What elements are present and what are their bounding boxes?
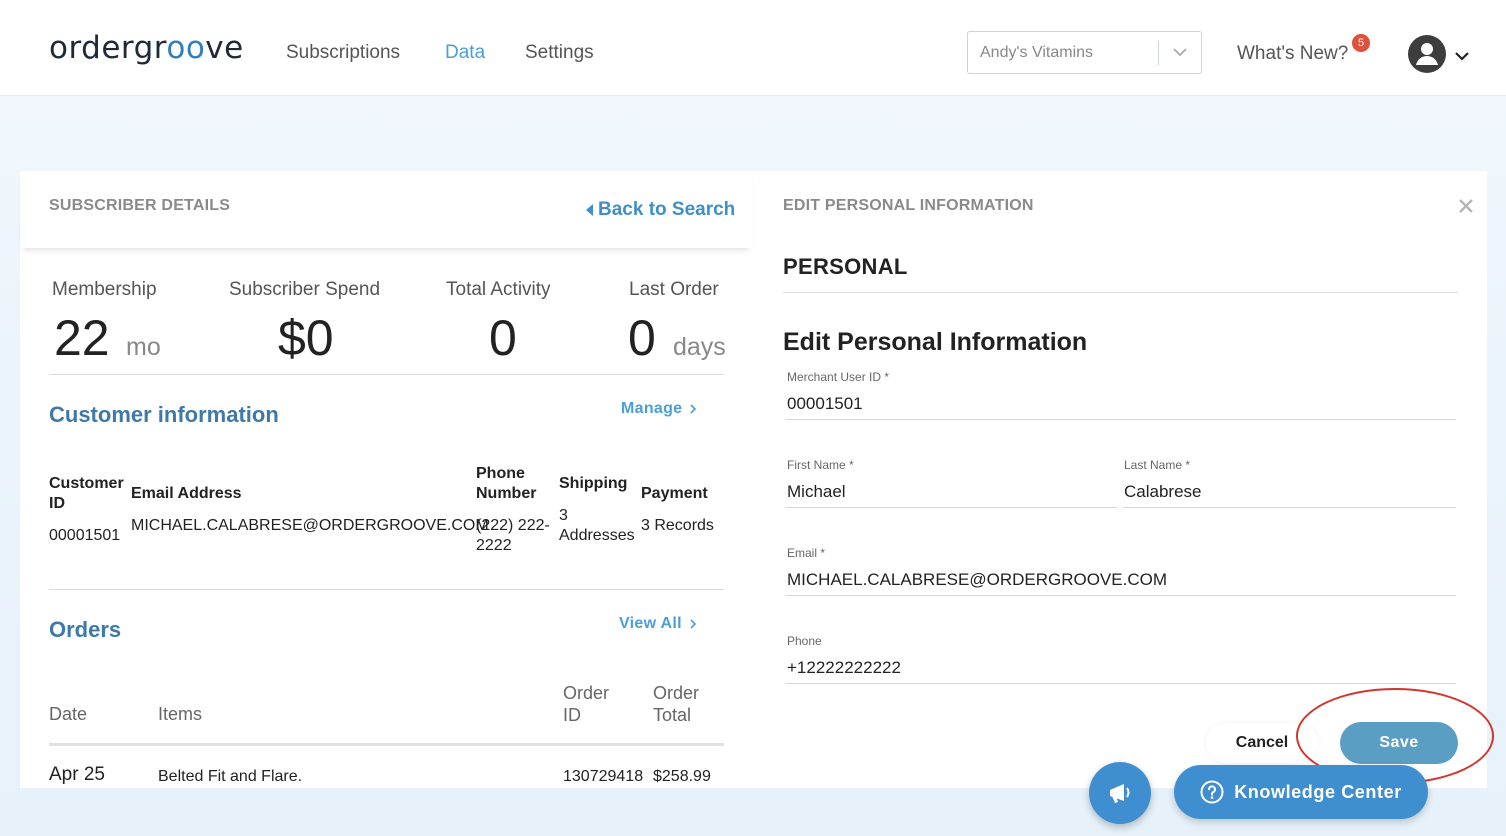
header-shipping: Shipping [559, 475, 628, 492]
chevron-down-icon[interactable] [1455, 48, 1469, 66]
stat-value-last-order: 0 [628, 310, 656, 366]
first-name-label: First Name * [787, 458, 854, 472]
back-to-search-label: Back to Search [598, 199, 736, 220]
divider [49, 374, 724, 375]
chevron-right-icon [690, 404, 697, 414]
stat-value-spend: $0 [278, 310, 334, 366]
announcement-button[interactable] [1089, 762, 1151, 824]
customer-shipping-label: Addresses [559, 527, 635, 544]
header-customer-id-1: Customer [49, 475, 124, 492]
orders-header-order-total-1: Order [653, 683, 700, 703]
orders-header-order-id-2: ID [563, 705, 581, 725]
logo-text-2: oo [166, 30, 206, 66]
view-all-label: View All [619, 615, 682, 632]
close-icon[interactable] [1459, 199, 1473, 218]
view-all-link[interactable]: View All [619, 615, 696, 633]
notification-badge: 5 [1352, 34, 1370, 52]
save-button[interactable]: Save [1340, 722, 1458, 764]
last-name-label: Last Name * [1124, 458, 1191, 472]
header-email: Email Address [131, 485, 242, 502]
orders-header-date: Date [49, 704, 88, 724]
header-phone-2: Number [476, 485, 537, 502]
orders-header-divider [49, 743, 724, 746]
email-label: Email * [787, 546, 826, 560]
orders-header-order-id-1: Order [563, 683, 610, 703]
orders-title: Orders [49, 617, 122, 642]
customer-information-title: Customer information [49, 402, 279, 427]
stat-unit-membership: mo [126, 333, 161, 361]
chevron-right-icon [690, 619, 696, 629]
first-name-value: Michael [787, 482, 846, 501]
megaphone-icon [1110, 784, 1130, 803]
knowledge-center-button[interactable]: Knowledge Center [1174, 765, 1428, 819]
edit-personal-caption: EDIT PERSONAL INFORMATION [783, 197, 1034, 214]
chevron-down-icon [1159, 48, 1201, 57]
stat-label-activity: Total Activity [446, 279, 551, 300]
subscriber-card: SUBSCRIBER DETAILS Back to Search Member… [20, 171, 1487, 788]
caret-left-icon [586, 204, 593, 216]
header-phone-1: Phone [476, 465, 525, 482]
phone-label: Phone [787, 634, 822, 648]
last-name-value: Calabrese [1124, 482, 1202, 501]
store-selector[interactable]: Andy's Vitamins [967, 31, 1202, 74]
personal-section-title: PERSONAL [783, 254, 908, 279]
back-to-search-link[interactable]: Back to Search [586, 199, 735, 221]
field-underline [785, 595, 1456, 596]
logo-text-1: ordergr [49, 30, 167, 66]
stat-unit-last-order: days [673, 333, 726, 361]
subscriber-details-caption: SUBSCRIBER DETAILS [49, 197, 231, 214]
divider [783, 292, 1458, 293]
customer-payment-value: 3 Records [641, 517, 714, 534]
user-avatar-icon[interactable] [1408, 35, 1446, 73]
manage-label: Manage [621, 400, 683, 417]
order-date: Apr 25 [49, 764, 105, 785]
customer-id-value: 00001501 [49, 527, 121, 544]
customer-phone-value-1: (222) 222- [476, 517, 550, 534]
nav-data[interactable]: Data [445, 42, 485, 64]
ordergroove-logo[interactable]: ordergroove [49, 30, 244, 66]
store-selector-value: Andy's Vitamins [980, 43, 1094, 61]
merchant-user-id-label: Merchant User ID * [787, 370, 890, 384]
knowledge-center-label: Knowledge Center [1234, 781, 1402, 802]
stat-label-spend: Subscriber Spend [229, 279, 381, 300]
stat-value-activity: 0 [489, 310, 517, 366]
merchant-user-id-value: 00001501 [787, 394, 863, 413]
logo-text-3: ve [205, 30, 244, 66]
edit-personal-title: Edit Personal Information [783, 328, 1088, 356]
customer-phone-value-2: 2222 [476, 537, 512, 554]
email-value: MICHAEL.CALABRESE@ORDERGROOVE.COM [787, 570, 1167, 589]
whats-new-link[interactable]: What's New? [1237, 43, 1348, 65]
field-underline [1123, 507, 1456, 508]
help-icon [1200, 780, 1224, 804]
orders-header-order-total-2: Total [653, 705, 692, 725]
manage-link[interactable]: Manage [621, 400, 697, 418]
field-underline [785, 419, 1456, 420]
phone-value: +12222222222 [787, 658, 901, 677]
stat-value-membership: 22 [54, 310, 110, 366]
customer-email-value: MICHAEL.CALABRESE@ORDERGROOVE.COM [131, 517, 489, 534]
orders-header-items: Items [158, 704, 203, 724]
order-id: 130729418 [563, 768, 644, 785]
order-total: $258.99 [653, 768, 711, 785]
field-underline [785, 683, 1456, 684]
customer-shipping-count: 3 [559, 507, 568, 524]
nav-settings[interactable]: Settings [525, 42, 594, 64]
order-items: Belted Fit and Flare. [158, 768, 303, 785]
header-payment: Payment [641, 485, 708, 502]
stat-label-membership: Membership [52, 279, 157, 300]
nav-subscriptions[interactable]: Subscriptions [286, 42, 400, 64]
stat-label-last-order: Last Order [629, 279, 719, 300]
top-navigation-bar: ordergroove Subscriptions Data Settings … [0, 0, 1506, 96]
header-customer-id-2: ID [49, 495, 65, 512]
divider [49, 589, 724, 590]
field-underline [785, 507, 1117, 508]
subscriber-details-header: SUBSCRIBER DETAILS Back to Search [20, 171, 752, 248]
cancel-button[interactable]: Cancel [1206, 723, 1318, 763]
